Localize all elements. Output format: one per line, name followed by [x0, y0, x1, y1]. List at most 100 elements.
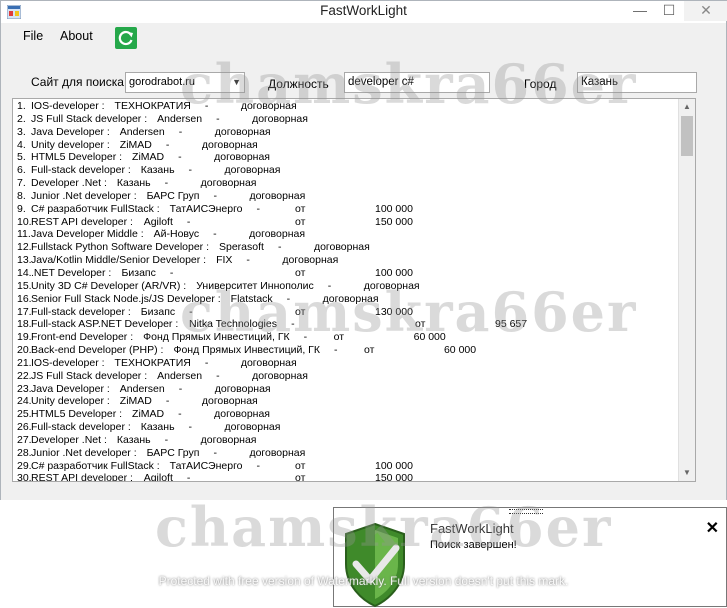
- item-number: 20.: [17, 344, 32, 357]
- item-salary: договорная: [322, 292, 379, 305]
- list-item[interactable]: 23. Java Developer : Andersen - договорная: [17, 383, 681, 396]
- item-salary: 100 000: [375, 459, 413, 472]
- item-title: Back-end Developer (PHP) :: [31, 344, 164, 357]
- maximize-button[interactable]: ☐: [657, 1, 681, 21]
- item-company: ТатАИСЭнерго: [169, 459, 243, 472]
- refresh-icon: [118, 30, 133, 46]
- list-item[interactable]: 25. HTML5 Developer : ZiMAD - договорная: [17, 408, 681, 421]
- list-item[interactable]: 6. Full-stack developer : Казань - договорна…: [17, 164, 681, 177]
- chevron-down-icon[interactable]: ▼: [232, 73, 241, 92]
- list-item[interactable]: 14. .NET Developer : Бизапс - от 100 000: [17, 267, 681, 280]
- city-input[interactable]: Казань: [577, 72, 697, 93]
- list-item[interactable]: 5. HTML5 Developer : ZiMAD - договорная: [17, 151, 681, 164]
- item-dash: -: [213, 446, 217, 459]
- list-item[interactable]: 18. Full-stack ASP.NET Developer : Nitka T…: [17, 318, 681, 331]
- close-icon[interactable]: ✕: [706, 518, 719, 538]
- list-item[interactable]: 28. Junior .Net developer : БАРС Груп - дого…: [17, 447, 681, 460]
- scroll-down-icon[interactable]: ▼: [679, 465, 695, 481]
- list-item[interactable]: 17. Full-stack developer : Бизапс - от 130 00…: [17, 306, 681, 319]
- list-item[interactable]: 21. IOS-developer : ТЕХНОКРАТИЯ - договорная: [17, 357, 681, 370]
- item-number: 1.: [17, 100, 26, 112]
- item-dash: -: [186, 472, 191, 482]
- position-input[interactable]: developer c#: [344, 72, 490, 93]
- item-number: 4.: [17, 138, 26, 151]
- list-item[interactable]: 4. Unity developer : ZiMAD - договорная: [17, 139, 681, 152]
- list-item[interactable]: 24. Unity developer : ZiMAD - договорная: [17, 395, 681, 408]
- item-company: БАРС Груп: [146, 446, 200, 459]
- list-item[interactable]: 15. Unity 3D C# Developer (AR/VR) : Универ…: [17, 280, 681, 293]
- scroll-thumb[interactable]: [681, 116, 693, 156]
- minimize-button[interactable]: —: [625, 1, 655, 21]
- refresh-button[interactable]: [115, 27, 137, 49]
- list-item[interactable]: 13. Java/Kotlin Middle/Senior Developer :…: [17, 254, 681, 267]
- item-company: ТатАИСЭнерго: [169, 202, 243, 215]
- close-button[interactable]: ✕: [684, 1, 727, 21]
- results-listbox[interactable]: 1. IOS-developer : ТЕХНОКРАТИЯ - договорная 2…: [12, 98, 696, 482]
- window-title: FastWorkLight: [320, 3, 407, 18]
- item-dash: -: [178, 408, 182, 421]
- item-salary: договорная: [252, 112, 308, 125]
- item-title: Java/Kotlin Middle/Senior Developer :: [31, 254, 207, 267]
- list-item[interactable]: 7. Developer .Net : Казань - договорная: [17, 177, 681, 190]
- item-dash: -: [188, 421, 193, 434]
- notification-popup[interactable]: FastWorkLight Поиск завершен! ✕: [333, 507, 727, 608]
- item-dash: -: [164, 177, 169, 190]
- item-dash: -: [333, 344, 338, 357]
- list-item[interactable]: 1. IOS-developer : ТЕХНОКРАТИЯ - договорная: [17, 100, 681, 113]
- results-list: 1. IOS-developer : ТЕХНОКРАТИЯ - договорная 2…: [17, 100, 681, 482]
- vertical-scrollbar[interactable]: ▲ ▼: [678, 99, 695, 481]
- list-item[interactable]: 3. Java Developer : Andersen - договорная: [17, 126, 681, 139]
- list-item[interactable]: 30. REST API developer : Agiloft - от 150 000: [17, 472, 681, 482]
- item-salary: договорная: [200, 177, 257, 190]
- item-salary: 100 000: [375, 202, 413, 215]
- item-dash: -: [165, 138, 170, 151]
- item-title: Junior .Net developer :: [31, 446, 137, 459]
- item-number: 7.: [17, 177, 26, 190]
- item-company: Университет Иннополис: [196, 279, 314, 292]
- item-salary: 60 000: [413, 331, 446, 344]
- list-item[interactable]: 11. Java Developer Middle : Ай-Новус - догов…: [17, 228, 681, 241]
- item-number: 13.: [17, 254, 32, 267]
- item-company: Agiloft: [143, 472, 173, 482]
- list-item[interactable]: 29. C# разработчик FullStack : ТатАИСЭнерг…: [17, 460, 681, 473]
- list-item[interactable]: 16. Senior Full Stack Node.js/JS Develope…: [17, 293, 681, 306]
- item-number: 14.: [17, 266, 32, 279]
- list-item[interactable]: 20. Back-end Developer (PHP) : Фонд Прямых…: [17, 344, 681, 357]
- item-dash: -: [204, 356, 209, 369]
- menu-about[interactable]: About: [60, 29, 93, 43]
- item-title: Junior .Net developer :: [31, 189, 137, 202]
- item-company: Казань: [116, 177, 151, 190]
- popup-grip[interactable]: [509, 509, 543, 514]
- list-item[interactable]: 22. JS Full Stack developer : Andersen - дог…: [17, 370, 681, 383]
- site-combobox[interactable]: gorodrabot.ru ▼: [125, 72, 245, 93]
- list-item[interactable]: 19. Front-end Developer : Фонд Прямых Инве…: [17, 331, 681, 344]
- item-dash: -: [256, 459, 261, 472]
- item-number: 17.: [17, 305, 32, 318]
- item-number: 23.: [17, 382, 32, 395]
- item-company: Andersen: [157, 112, 203, 125]
- list-item[interactable]: 8. Junior .Net developer : БАРС Груп - догов…: [17, 190, 681, 203]
- list-item[interactable]: 26. Full-stack developer : Казань - договорн…: [17, 421, 681, 434]
- item-dash: -: [256, 202, 261, 215]
- list-item[interactable]: 27. Developer .Net : Казань - договорная: [17, 434, 681, 447]
- list-item[interactable]: 2. JS Full Stack developer : Andersen - дого…: [17, 113, 681, 126]
- list-item[interactable]: 12. Fullstack Python Software Developer :…: [17, 241, 681, 254]
- item-from: от: [333, 331, 345, 344]
- item-number: 9.: [17, 202, 26, 215]
- list-item[interactable]: 9. C# разработчик FullStack : ТатАИСЭнерго…: [17, 203, 681, 216]
- item-number: 11.: [17, 228, 31, 241]
- city-label: Город: [524, 77, 557, 91]
- scroll-up-icon[interactable]: ▲: [679, 99, 695, 115]
- item-dash: -: [189, 305, 193, 318]
- item-dash: -: [213, 189, 217, 202]
- item-title: Senior Full Stack Node.js/JS Developer :: [31, 292, 221, 305]
- title-bar[interactable]: FastWorkLight — ☐ ✕: [1, 1, 727, 24]
- menu-file[interactable]: File: [23, 29, 43, 43]
- item-company: Фонд Прямых Инвестиций, ГК: [173, 344, 320, 357]
- item-company: Ай-Новус: [153, 228, 200, 241]
- item-company: Andersen: [119, 125, 165, 138]
- notification-title: FastWorkLight: [430, 521, 514, 536]
- item-dash: -: [246, 254, 250, 267]
- item-company: ZiMAD: [132, 151, 165, 164]
- list-item[interactable]: 10. REST API developer : Agiloft - от 150 000: [17, 216, 681, 229]
